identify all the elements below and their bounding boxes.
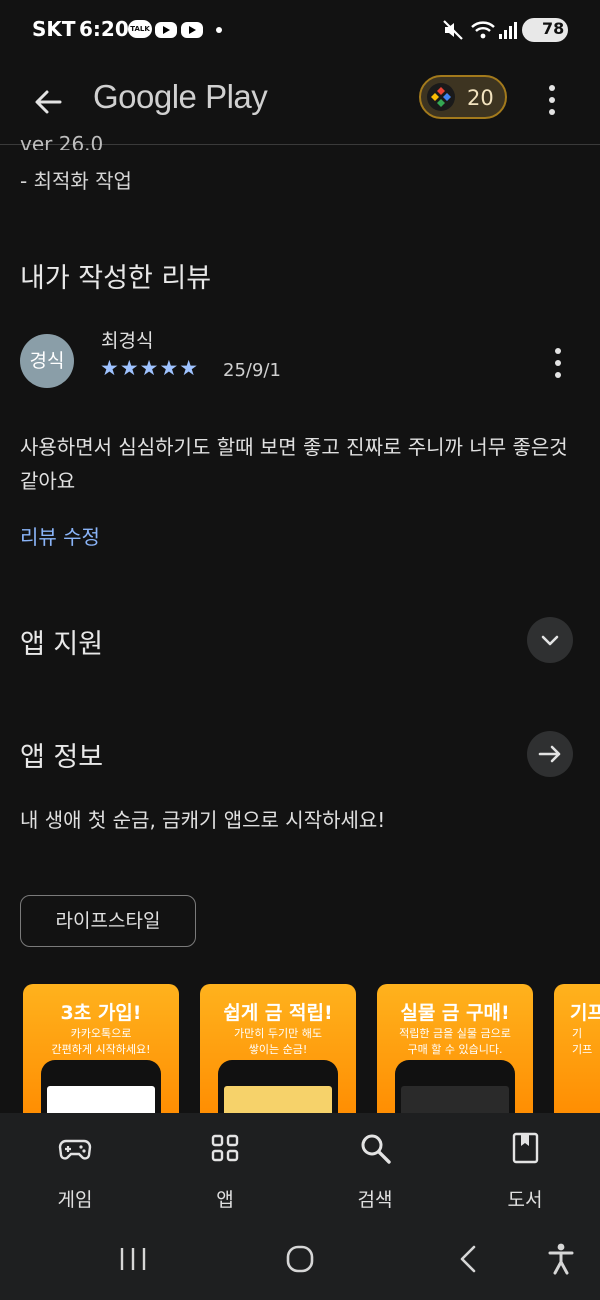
nav-games-label: 게임	[57, 1189, 93, 1211]
reviewer-name: 최경식	[101, 330, 154, 352]
my-review-heading: 내가 작성한 리뷰	[20, 263, 212, 294]
youtube-icon	[181, 22, 203, 38]
screenshot-card[interactable]: 3초 가입! 카카오톡으로 간편하게 시작하세요!	[23, 984, 179, 1124]
wifi-icon	[471, 21, 495, 39]
youtube-icon	[155, 22, 177, 38]
more-options-icon[interactable]	[542, 82, 562, 118]
expand-support-button[interactable]	[527, 617, 573, 663]
play-points-icon	[427, 83, 455, 111]
app-description: 내 생애 첫 순금, 금캐기 앱으로 시작하세요!	[20, 808, 386, 832]
accessibility-icon[interactable]	[546, 1242, 576, 1276]
recent-apps-icon[interactable]	[118, 1245, 148, 1273]
nav-apps-label: 앱	[216, 1189, 234, 1211]
app-support-heading[interactable]: 앱 지원	[20, 622, 103, 661]
apps-grid-icon	[211, 1134, 239, 1162]
nav-books-label: 도서	[507, 1189, 543, 1211]
screenshot-title: 3초 가입!	[60, 1002, 142, 1024]
screenshot-title: 실물 금 구매!	[400, 1002, 510, 1024]
screenshot-card[interactable]: 실물 금 구매! 적립한 금을 실물 금으로 구매 할 수 있습니다.	[377, 984, 533, 1124]
battery-icon: 78	[522, 18, 568, 42]
play-points-button[interactable]: 20	[419, 75, 507, 119]
arrow-right-icon	[538, 745, 561, 763]
screenshot-subtitle: 기 기프	[572, 1027, 593, 1056]
avatar: 경식	[20, 334, 74, 388]
status-time: 6:20	[79, 17, 129, 41]
bottom-navigation: 게임 앱 검색 도서	[0, 1113, 600, 1223]
review-text: 사용하면서 심심하기도 할때 보면 좋고 진짜로 주니까 너무 좋은것 같아요	[20, 435, 568, 493]
nav-apps[interactable]: 앱	[150, 1113, 300, 1223]
nav-games[interactable]: 게임	[0, 1113, 150, 1223]
gamepad-icon	[58, 1139, 92, 1160]
book-icon	[512, 1132, 539, 1164]
nav-search-label: 검색	[357, 1189, 393, 1211]
version-label: ver 26.0	[20, 132, 104, 150]
review-date: 25/9/1	[223, 360, 281, 381]
status-bar: SKT 6:20 TALK 78	[0, 0, 600, 60]
kakaotalk-icon: TALK	[128, 20, 152, 38]
chevron-down-icon	[541, 635, 559, 646]
category-chip[interactable]: 라이프스타일	[20, 895, 196, 947]
screenshot-card[interactable]: 기프 기 기프	[554, 984, 600, 1124]
edit-review-link[interactable]: 리뷰 수정	[20, 521, 100, 550]
nav-books[interactable]: 도서	[450, 1113, 600, 1223]
screenshot-card[interactable]: 쉽게 금 적립! 가만히 두기만 해도 쌓이는 순금!	[200, 984, 356, 1124]
battery-level: 78	[542, 19, 565, 38]
release-note: - 최적화 작업	[20, 169, 132, 193]
screenshot-title: 쉽게 금 적립!	[223, 1002, 333, 1024]
screenshot-subtitle: 가만히 두기만 해도 쌓이는 순금!	[234, 1027, 322, 1056]
play-points-value: 20	[467, 86, 494, 110]
system-navigation-bar	[0, 1223, 600, 1300]
mute-icon	[443, 20, 463, 40]
back-icon[interactable]	[456, 1244, 480, 1274]
screenshot-subtitle: 카카오톡으로 간편하게 시작하세요!	[51, 1027, 151, 1056]
carrier-label: SKT	[32, 17, 76, 41]
nav-search[interactable]: 검색	[300, 1113, 450, 1223]
signal-icon	[499, 22, 517, 39]
app-info-button[interactable]	[527, 731, 573, 777]
screenshot-title: 기프	[570, 1002, 600, 1024]
app-info-heading[interactable]: 앱 정보	[20, 735, 103, 774]
screenshot-subtitle: 적립한 금을 실물 금으로 구매 할 수 있습니다.	[399, 1027, 511, 1056]
notification-dot-icon	[216, 27, 222, 33]
back-arrow-icon[interactable]	[30, 84, 66, 120]
home-icon[interactable]	[285, 1244, 315, 1274]
search-icon	[361, 1134, 391, 1164]
app-title: Google Play	[93, 78, 268, 115]
review-more-icon[interactable]	[548, 345, 568, 381]
rating-stars: ★★★★★	[100, 356, 200, 380]
